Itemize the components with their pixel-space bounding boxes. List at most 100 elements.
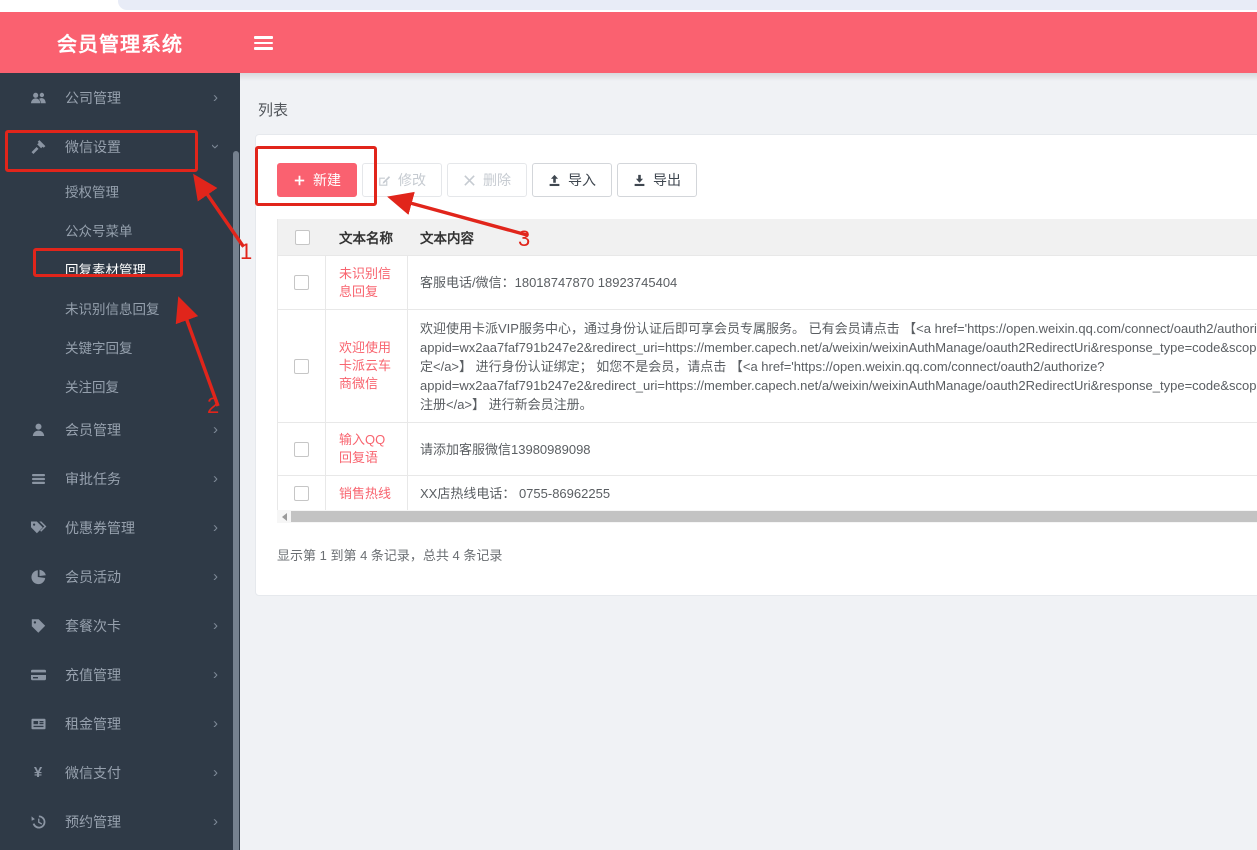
button-label: 修改 xyxy=(398,172,426,188)
row-checkbox[interactable] xyxy=(294,486,309,501)
chevron-right-icon: › xyxy=(213,617,218,634)
yen-icon: ¥ xyxy=(33,764,43,781)
row-checkbox[interactable] xyxy=(294,275,309,290)
delete-button[interactable]: 删除 xyxy=(447,163,527,197)
table-row: 输入QQ回复语 请添加客服微信13980989098 xyxy=(278,423,1257,476)
sidebar-subitem[interactable]: 未识别信息回复 xyxy=(0,288,240,327)
row-checkbox-cell xyxy=(278,256,326,309)
credit-card-icon xyxy=(29,667,47,683)
list-icon xyxy=(29,471,47,487)
cell-text-content: XX店热线电话： 0755-86962255 xyxy=(408,476,1257,511)
sidebar-item-8[interactable]: 充值管理 › xyxy=(0,650,240,699)
scroll-left-arrow-icon[interactable] xyxy=(277,510,291,523)
toolbar: 新建 修改 删除 导入 导出 xyxy=(277,163,697,197)
button-label: 导出 xyxy=(653,172,681,188)
content-line: XX店热线电话： 0755-86962255 xyxy=(420,486,611,501)
table-header-row: 文本名称 文本内容 xyxy=(278,219,1257,256)
table-row: 销售热线 XX店热线电话： 0755-86962255 xyxy=(278,476,1257,512)
newspaper-icon xyxy=(29,716,47,732)
sidebar-item-5[interactable]: 优惠券管理 › xyxy=(0,503,240,552)
header-checkbox-cell xyxy=(278,229,326,245)
pagination-summary: 显示第 1 到第 4 条记录，总共 4 条记录 xyxy=(277,548,503,563)
plus-icon xyxy=(293,174,306,187)
sidebar-item-2[interactable]: 微信设置 › xyxy=(0,122,240,171)
cell-text-content: 请添加客服微信13980989098 xyxy=(408,423,1257,475)
table-row: 欢迎使用卡派云车商微信 欢迎使用卡派VIP服务中心，通过身份认证后即可享会员专属服… xyxy=(278,310,1257,423)
sidebar-item-label: 套餐次卡 xyxy=(65,617,121,634)
text-name-link[interactable]: 欢迎使用卡派云车商微信 xyxy=(339,339,394,393)
cell-text-name: 销售热线 xyxy=(326,476,408,511)
sidebar-item-7[interactable]: 套餐次卡 › xyxy=(0,601,240,650)
sidebar-item-9[interactable]: 租金管理 › xyxy=(0,699,240,748)
x-icon xyxy=(463,174,476,187)
chevron-right-icon: › xyxy=(213,568,218,585)
button-label: 删除 xyxy=(483,172,511,188)
row-checkbox[interactable] xyxy=(294,441,309,457)
sidebar-subitem[interactable]: 授权管理 xyxy=(0,171,240,210)
sidebar-item-label: 租金管理 xyxy=(65,715,121,732)
column-header-name: 文本名称 xyxy=(326,227,408,247)
chevron-right-icon: › xyxy=(213,813,218,830)
edit-button[interactable]: 修改 xyxy=(362,163,442,197)
tag-icon xyxy=(29,618,47,634)
app-title: 会员管理系统 xyxy=(57,34,183,56)
text-name-link[interactable]: 未识别信息回复 xyxy=(339,265,394,301)
sidebar-item-1[interactable]: 公司管理 › xyxy=(0,73,240,122)
import-button[interactable]: 导入 xyxy=(532,163,612,197)
chevron-right-icon: › xyxy=(213,666,218,683)
sidebar-item-label: 审批任务 xyxy=(65,470,121,487)
sidebar-subitem[interactable]: 关注回复 xyxy=(0,366,240,405)
sidebar-item-3[interactable]: 会员管理 › xyxy=(0,405,240,454)
browser-tabbar-background xyxy=(118,0,1257,10)
row-checkbox-cell xyxy=(278,423,326,475)
table-row: 未识别信息回复 客服电话/微信：18018747870 18923745404 xyxy=(278,256,1257,310)
sidebar-subitem[interactable]: 回复素材管理 xyxy=(0,249,240,288)
browser-tab-strip xyxy=(0,0,1257,12)
chevron-right-icon: › xyxy=(213,470,218,487)
new-button[interactable]: 新建 xyxy=(277,163,357,197)
hamburger-menu-icon[interactable] xyxy=(254,36,273,50)
button-label: 新建 xyxy=(313,172,341,188)
sidebar-item-label: 会员管理 xyxy=(65,421,121,438)
row-checkbox[interactable] xyxy=(294,358,309,374)
table-horizontal-scrollbar[interactable] xyxy=(277,510,1257,523)
content-line: 客服电话/微信：18018747870 18923745404 xyxy=(420,275,678,290)
content-line: 欢迎使用卡派VIP服务中心，通过身份认证后即可享会员专属服务。 已有会员请点击 … xyxy=(420,320,1257,336)
sidebar-item-11[interactable]: 预约管理 › xyxy=(0,797,240,846)
reply-material-table: 文本名称 文本内容未识别信息回复 客服电话/微信：18018747870 18923… xyxy=(277,219,1257,512)
chevron-right-icon: › xyxy=(213,715,218,732)
sidebar-subitem[interactable]: 关键字回复 xyxy=(0,327,240,366)
sidebar-scrollbar-thumb[interactable] xyxy=(233,151,239,850)
sidebar-subitem[interactable]: 公众号菜单 xyxy=(0,210,240,249)
scrollbar-thumb[interactable] xyxy=(291,511,1257,522)
sidebar-item-label: 充值管理 xyxy=(65,666,121,683)
users-icon xyxy=(29,90,47,106)
edit-icon xyxy=(378,174,391,187)
content-line: 注册</a>】 进行新会员注册。 xyxy=(420,396,593,412)
row-checkbox-cell xyxy=(278,310,326,422)
sidebar-item-label: 优惠券管理 xyxy=(65,519,135,536)
content-line: appid=wx2aa7faf791b247e2&redirect_uri=ht… xyxy=(420,377,1257,393)
text-name-link[interactable]: 销售热线 xyxy=(339,485,391,503)
sidebar-item-label: 微信支付 xyxy=(65,764,121,781)
column-header-label: 文本名称 xyxy=(339,231,393,246)
sidebar-item-label: 预约管理 xyxy=(65,813,121,830)
text-name-link[interactable]: 输入QQ回复语 xyxy=(339,431,394,467)
sidebar-item-4[interactable]: 审批任务 › xyxy=(0,454,240,503)
chevron-right-icon: › xyxy=(213,89,218,106)
export-icon xyxy=(633,174,646,187)
history-icon xyxy=(29,814,47,830)
row-checkbox-cell xyxy=(278,476,326,511)
column-header-label: 文本内容 xyxy=(420,231,474,246)
import-icon xyxy=(548,174,561,187)
breadcrumb: 列表 xyxy=(258,102,289,119)
export-button[interactable]: 导出 xyxy=(617,163,697,197)
select-all-checkbox[interactable] xyxy=(294,229,310,245)
sidebar-item-10[interactable]: ¥ 微信支付 › xyxy=(0,748,240,797)
content-line: 请添加客服微信13980989098 xyxy=(420,441,591,457)
wrench-icon xyxy=(29,139,47,155)
tags-icon xyxy=(29,520,47,536)
sidebar-item-6[interactable]: 会员活动 › xyxy=(0,552,240,601)
chevron-down-icon: › xyxy=(207,144,224,149)
sidebar-submenu: 授权管理 公众号菜单 回复素材管理 未识别信息回复 关键字回复 关注回复 xyxy=(0,171,240,405)
